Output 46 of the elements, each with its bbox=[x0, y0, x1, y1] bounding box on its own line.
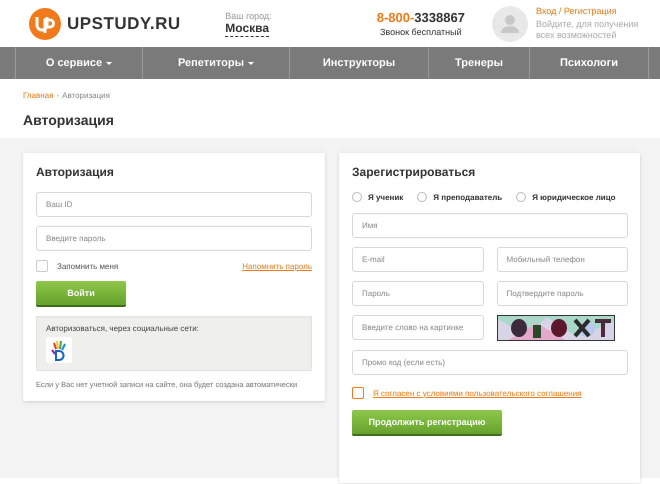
phone-note: Звонок бесплатный bbox=[380, 27, 462, 37]
caret-icon bbox=[106, 62, 112, 64]
breadcrumb-current: Авторизация bbox=[62, 91, 110, 100]
password-field[interactable]: Пароль bbox=[352, 281, 484, 306]
phone-number: 8-800-3338867 bbox=[376, 10, 465, 25]
captcha-field[interactable]: Введите слово на картинке bbox=[352, 315, 484, 340]
name-field[interactable]: Имя bbox=[352, 213, 628, 238]
city-selector[interactable]: Москва bbox=[225, 20, 270, 36]
avatar-icon bbox=[492, 6, 528, 42]
city-label: Ваш город: bbox=[225, 10, 273, 20]
nav-item[interactable]: Психологи bbox=[529, 47, 648, 79]
caret-icon bbox=[248, 62, 254, 64]
page-title: Авторизация bbox=[23, 112, 115, 130]
id-field[interactable]: Ваш ID bbox=[36, 192, 312, 217]
confirm-password-field[interactable]: Подтвердите пароль bbox=[496, 281, 628, 306]
logo-text[interactable]: UPSTUDY.RU bbox=[67, 14, 181, 34]
login-note: Войдите, для получения всех возможностей bbox=[536, 19, 640, 41]
checkbox[interactable] bbox=[352, 387, 364, 399]
nav-item[interactable]: Тренеры bbox=[428, 47, 529, 79]
card-title: Зарегистрироваться bbox=[352, 165, 476, 179]
login-link[interactable]: Вход / Регистрация bbox=[536, 6, 646, 16]
nav-item[interactable]: Репетиторы bbox=[142, 47, 289, 79]
register-button[interactable]: Продолжить регистрацию bbox=[352, 410, 502, 436]
password-field[interactable]: Введите пароль bbox=[36, 226, 312, 251]
breadcrumb-link[interactable]: Главная bbox=[23, 91, 54, 100]
radio-button[interactable] bbox=[417, 192, 428, 202]
checkbox-label: Запомнить меня bbox=[57, 262, 118, 270]
radio-button[interactable] bbox=[352, 192, 362, 202]
radio-label: Я ученик bbox=[368, 192, 404, 202]
login-button[interactable]: Войти bbox=[36, 281, 126, 307]
email-field[interactable]: E-mail bbox=[352, 247, 484, 272]
radio-label: Я преподаватель bbox=[433, 192, 502, 202]
hand-icon[interactable] bbox=[46, 337, 72, 363]
forgot-password-link[interactable]: Напомнить пароль bbox=[242, 262, 312, 270]
radio-button[interactable] bbox=[516, 192, 526, 202]
nav-item[interactable]: Инструкторы bbox=[289, 47, 428, 79]
terms-link[interactable]: Я согласен с условиями пользовательского соглашения bbox=[373, 388, 582, 398]
nav-item[interactable]: О сервисе bbox=[15, 47, 142, 79]
logo-icon bbox=[29, 8, 61, 40]
social-label: Авторизоваться, через социальные сети: bbox=[46, 324, 199, 333]
card-title: Авторизация bbox=[36, 165, 115, 179]
breadcrumb-separator: - bbox=[56, 91, 60, 100]
promo-code-field[interactable]: Промо код (если есть) bbox=[352, 350, 628, 375]
phone-field[interactable]: Мобильный телефон bbox=[496, 247, 628, 272]
radio-label: Я юридическое лицо bbox=[532, 192, 616, 202]
checkbox[interactable] bbox=[36, 260, 48, 272]
